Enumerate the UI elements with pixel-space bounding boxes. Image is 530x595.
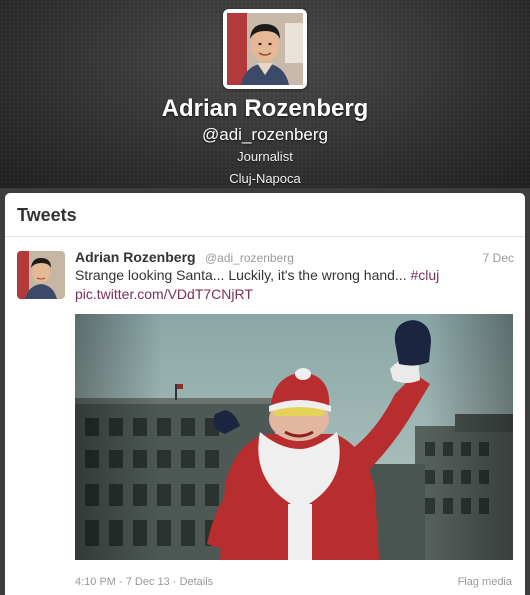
tweet-author-handle[interactable]: @adi_rozenberg <box>205 251 294 265</box>
tweet-avatar-photo <box>17 251 65 299</box>
tweet-timestamp[interactable]: 4:10 PM - 7 Dec 13 <box>75 576 170 588</box>
tweets-panel: Tweets Adrian Rozenberg @adi_rozenberg 7… <box>5 193 525 595</box>
profile-handle: @adi_rozenberg <box>202 125 328 144</box>
tweets-heading: Tweets <box>17 205 77 225</box>
tweet-media-image[interactable] <box>75 314 513 560</box>
footer-separator: · <box>169 576 180 588</box>
tweet-media-link[interactable]: pic.twitter.com/VDdT7CNjRT <box>75 286 253 302</box>
tweet-text: Strange looking Santa... Luckily, it's t… <box>75 267 439 283</box>
flag-media-link[interactable]: Flag media <box>458 576 512 588</box>
tweet-hashtag[interactable]: #cluj <box>411 267 440 283</box>
profile-name: Adrian Rozenberg <box>161 95 369 122</box>
profile-photo <box>227 13 303 85</box>
profile-location: Cluj-Napoca <box>229 171 301 186</box>
tweet-date[interactable]: 7 Dec <box>483 251 514 265</box>
tweet-footer: 4:10 PM - 7 Dec 13 · Details <box>75 576 213 588</box>
profile-avatar[interactable] <box>223 9 307 89</box>
tweet-avatar[interactable] <box>17 251 65 299</box>
panel-divider <box>5 236 525 237</box>
tweet-details-link[interactable]: Details <box>180 576 214 588</box>
tweet-body: Strange looking Santa... Luckily, it's t… <box>75 267 411 283</box>
tweet-author-name[interactable]: Adrian Rozenberg <box>75 249 196 265</box>
profile-bio: Journalist <box>237 149 293 164</box>
